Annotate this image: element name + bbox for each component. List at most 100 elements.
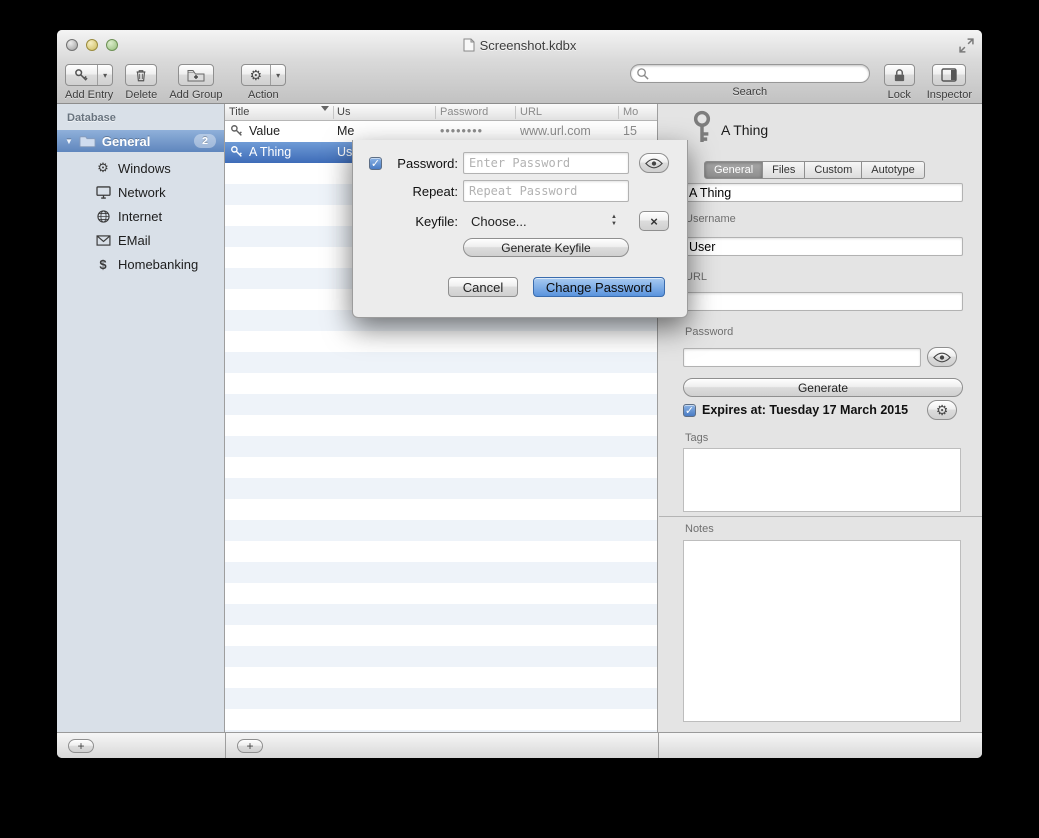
username-field[interactable] <box>683 237 963 256</box>
sidebar-item-internet[interactable]: Internet <box>57 206 224 226</box>
entry-list-header[interactable]: Title Us Password URL Mo <box>225 104 657 121</box>
add-group-label: Add Group <box>169 89 222 101</box>
expires-gear-button[interactable]: ⚙ <box>927 400 957 420</box>
inspector-panel-icon <box>941 68 957 82</box>
sidebar: Database ▼ General 2 ⚙ Windows Network I… <box>57 104 225 732</box>
entry-row[interactable]: Value Me •••••••• www.url.com 15 <box>225 121 657 142</box>
add-entry-plus-button[interactable]: + <box>237 739 263 753</box>
inspector-label: Inspector <box>927 89 972 101</box>
titlebar[interactable]: Screenshot.kdbx <box>57 30 982 60</box>
gear-icon: ⚙ <box>250 68 263 82</box>
search-icon <box>636 67 649 80</box>
app-window: Screenshot.kdbx ▾ Add Entry Delete Add G… <box>57 30 982 758</box>
dropdown-arrow-icon[interactable]: ▾ <box>97 65 112 85</box>
expires-row: ✓ Expires at: Tuesday 17 March 2015 <box>683 403 908 417</box>
dollar-icon: $ <box>95 257 111 272</box>
column-header-url[interactable]: URL <box>520 106 542 118</box>
search-input[interactable] <box>630 64 870 83</box>
password-label: Password <box>685 326 733 338</box>
trash-icon <box>134 68 148 83</box>
gear-icon: ⚙ <box>936 403 949 417</box>
column-header-password[interactable]: Password <box>440 106 488 118</box>
action-button[interactable]: ⚙ ▾ <box>241 64 287 86</box>
sheet-repeat-input[interactable] <box>463 180 629 202</box>
username-label: Username <box>685 213 736 225</box>
sidebar-item-homebanking[interactable]: $ Homebanking <box>57 254 224 274</box>
expires-checkbox[interactable]: ✓ <box>683 404 696 417</box>
sidebar-item-windows[interactable]: ⚙ Windows <box>57 158 224 178</box>
entry-key-icon <box>687 109 717 145</box>
sidebar-item-email[interactable]: EMail <box>57 230 224 250</box>
change-password-sheet: ✓ Password: Repeat: Keyfile: Choose... ▲… <box>352 140 688 318</box>
generate-keyfile-button[interactable]: Generate Keyfile <box>463 238 629 257</box>
inspector-entry-title: A Thing <box>721 122 768 138</box>
group-badge: 2 <box>194 134 216 148</box>
lock-button[interactable] <box>884 64 915 86</box>
title-field[interactable] <box>683 183 963 202</box>
group-label: General <box>102 134 150 149</box>
sidebar-group-general[interactable]: ▼ General 2 <box>57 130 224 152</box>
cancel-button[interactable]: Cancel <box>448 277 518 297</box>
dropdown-arrow-icon[interactable]: ▾ <box>270 65 285 85</box>
tab-general[interactable]: General <box>704 161 763 179</box>
key-icon <box>74 68 89 83</box>
notes-input[interactable] <box>683 540 961 722</box>
search-label: Search <box>732 86 767 98</box>
sidebar-header: Database <box>67 112 116 124</box>
expires-label: Expires at: Tuesday 17 March 2015 <box>702 403 908 417</box>
eye-icon <box>933 352 951 363</box>
add-entry-label: Add Entry <box>65 89 113 101</box>
delete-label: Delete <box>125 89 157 101</box>
generate-password-button[interactable]: Generate <box>683 378 963 397</box>
sort-arrow-icon <box>321 106 329 111</box>
envelope-icon <box>95 235 111 246</box>
toolbar: ▾ Add Entry Delete Add Group ⚙ ▾ Action <box>57 60 982 104</box>
url-field[interactable] <box>683 292 963 311</box>
document-icon <box>463 38 475 52</box>
disclosure-triangle-icon[interactable]: ▼ <box>65 137 73 146</box>
key-icon <box>230 124 244 138</box>
sheet-keyfile-label: Keyfile: <box>353 214 458 229</box>
sheet-password-label: Password: <box>353 156 458 171</box>
inspector-panel: A Thing General Files Custom Autotype Us… <box>659 104 982 732</box>
gear-icon: ⚙ <box>95 160 111 176</box>
url-label: URL <box>685 271 707 283</box>
bottom-bar: + + <box>57 732 982 758</box>
window-title: Screenshot.kdbx <box>57 30 982 60</box>
stepper-icon[interactable]: ▲▼ <box>611 214 617 227</box>
sheet-repeat-label: Repeat: <box>353 184 458 199</box>
tab-autotype[interactable]: Autotype <box>861 161 924 179</box>
notes-label: Notes <box>685 523 714 535</box>
monitor-icon <box>95 186 111 199</box>
column-header-username[interactable]: Us <box>337 106 350 118</box>
sheet-reveal-password-button[interactable] <box>639 153 669 173</box>
sidebar-item-network[interactable]: Network <box>57 182 224 202</box>
column-header-modified[interactable]: Mo <box>623 106 638 118</box>
lock-label: Lock <box>888 89 911 101</box>
action-label: Action <box>248 89 279 101</box>
folder-plus-icon <box>187 68 205 83</box>
column-header-title[interactable]: Title <box>229 106 249 118</box>
add-entry-button[interactable]: ▾ <box>65 64 113 86</box>
change-password-button[interactable]: Change Password <box>533 277 665 297</box>
lock-icon <box>893 68 906 83</box>
tags-input[interactable] <box>683 448 961 512</box>
reveal-password-button[interactable] <box>927 347 957 367</box>
key-icon <box>230 145 244 159</box>
tags-label: Tags <box>685 432 708 444</box>
add-group-button[interactable] <box>178 64 214 86</box>
delete-button[interactable] <box>125 64 157 86</box>
clear-keyfile-button[interactable]: × <box>639 211 669 231</box>
password-field[interactable] <box>683 348 921 367</box>
keyfile-popup[interactable]: Choose... <box>463 214 629 229</box>
tab-files[interactable]: Files <box>762 161 805 179</box>
section-divider <box>659 516 982 517</box>
add-group-plus-button[interactable]: + <box>68 739 94 753</box>
folder-icon <box>79 135 96 148</box>
globe-icon <box>95 210 111 223</box>
inspector-tabs: General Files Custom Autotype <box>704 161 925 179</box>
tab-custom[interactable]: Custom <box>804 161 862 179</box>
sheet-password-input[interactable] <box>463 152 629 174</box>
inspector-button[interactable] <box>932 64 966 86</box>
fullscreen-icon[interactable] <box>959 38 974 53</box>
